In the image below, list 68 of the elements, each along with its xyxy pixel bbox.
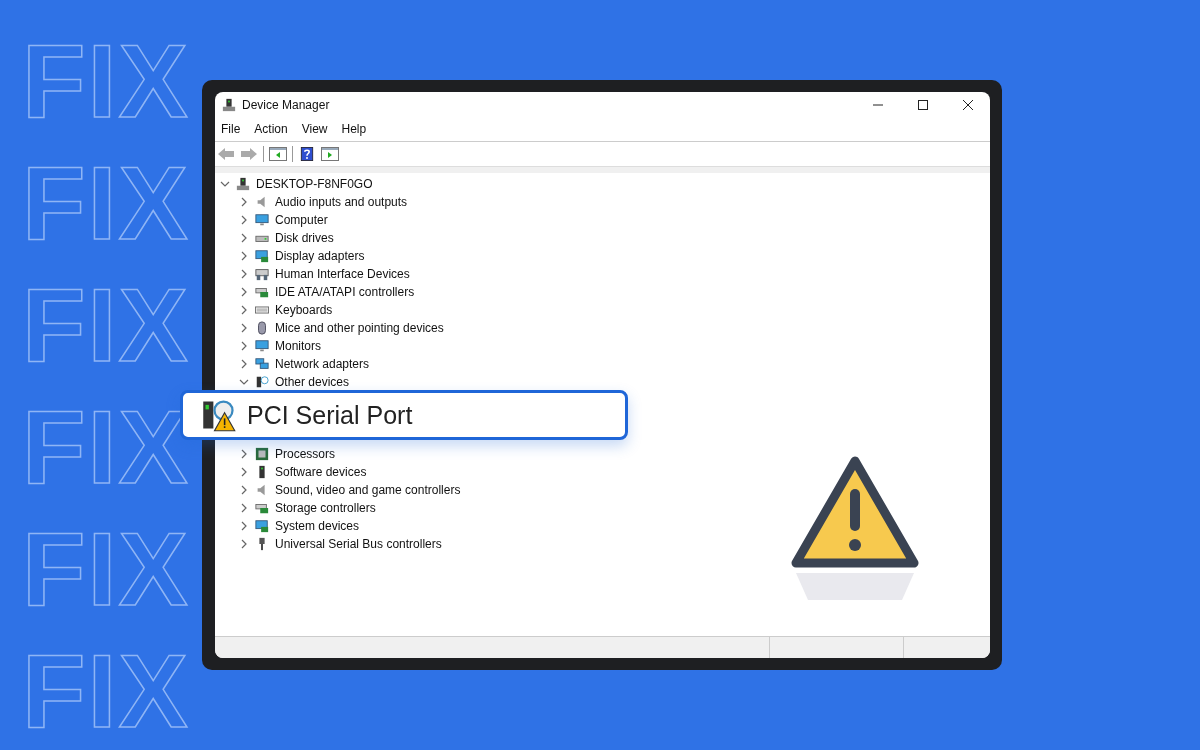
tree-item[interactable]: Computer — [275, 213, 328, 227]
display-icon — [255, 519, 269, 533]
tree-item[interactable]: Display adapters — [275, 249, 365, 263]
tree-item[interactable]: Sound, video and game controllers — [275, 483, 461, 497]
chevron-icon[interactable] — [239, 323, 249, 333]
device-warning-icon — [201, 397, 237, 433]
chevron-icon[interactable] — [239, 287, 249, 297]
monitor-icon — [255, 213, 269, 227]
tree-item[interactable]: Other devices — [275, 375, 350, 389]
outline-lettering: FIX — [22, 388, 190, 507]
outline-lettering: FIX — [22, 144, 190, 263]
window-title: Device Manager — [242, 97, 330, 112]
outline-lettering: FIX — [22, 510, 190, 629]
tree-item[interactable]: Network adapters — [275, 357, 370, 371]
tree-item[interactable]: Keyboards — [275, 303, 333, 317]
tree-item[interactable]: Monitors — [275, 339, 321, 353]
tree-item[interactable]: Processors — [275, 447, 336, 461]
chevron-icon[interactable] — [239, 269, 249, 279]
mouse-icon — [255, 321, 269, 335]
tree-item[interactable]: Universal Serial Bus controllers — [275, 537, 442, 551]
outline-lettering: FIX — [22, 266, 190, 385]
chevron-icon[interactable] — [239, 467, 249, 477]
computer-icon — [222, 97, 236, 112]
card-icon — [255, 285, 269, 299]
help-icon[interactable] — [298, 147, 316, 161]
tree-pane-icon[interactable] — [269, 147, 287, 161]
chevron-icon[interactable] — [239, 539, 249, 549]
close-icon — [961, 98, 974, 111]
keyboard-icon — [255, 303, 269, 317]
action-pane-icon[interactable] — [321, 147, 339, 161]
chip-icon — [255, 447, 269, 461]
chevron-icon[interactable] — [239, 359, 249, 369]
chevron-icon[interactable] — [239, 503, 249, 513]
device-name: PCI Serial Port — [247, 400, 413, 430]
chevron-icon[interactable] — [239, 233, 249, 243]
chevron-icon[interactable] — [239, 485, 249, 495]
tree-item[interactable]: Disk drives — [275, 231, 334, 245]
outline-lettering: FIX — [22, 632, 190, 750]
chevron-icon[interactable] — [239, 341, 249, 351]
tree-item[interactable]: System devices — [275, 519, 360, 533]
chevron-icon[interactable] — [220, 179, 230, 189]
tree-item[interactable]: DESKTOP-F8NF0GO — [256, 177, 373, 191]
unknown-icon — [255, 375, 269, 389]
outline-lettering: FIX — [22, 22, 190, 141]
tree-item[interactable]: IDE ATA/ATAPI controllers — [275, 285, 415, 299]
tree-item[interactable]: Storage controllers — [275, 501, 376, 515]
chevron-icon[interactable] — [239, 251, 249, 261]
tree-item[interactable]: Audio inputs and outputs — [275, 195, 408, 209]
maximize-icon — [916, 98, 929, 111]
chevron-icon[interactable] — [239, 377, 249, 387]
menu-item[interactable]: File — [221, 122, 241, 136]
menu-item[interactable]: View — [301, 122, 328, 136]
hid-icon — [255, 267, 269, 281]
computer-icon — [236, 177, 250, 191]
network-icon — [255, 357, 269, 371]
chevron-icon[interactable] — [239, 197, 249, 207]
tree-item[interactable]: Software devices — [275, 465, 367, 479]
menu-item[interactable]: Help — [341, 122, 367, 136]
display-icon — [255, 249, 269, 263]
chevron-icon[interactable] — [239, 449, 249, 459]
tree-item[interactable]: Mice and other pointing devices — [275, 321, 444, 335]
tree-item[interactable]: Human Interface Devices — [275, 267, 410, 281]
card-icon — [255, 501, 269, 515]
chevron-icon[interactable] — [239, 521, 249, 531]
menu-item[interactable]: Action — [254, 122, 288, 136]
chevron-icon[interactable] — [239, 305, 249, 315]
monitor-icon — [255, 339, 269, 353]
chevron-icon[interactable] — [239, 215, 249, 225]
